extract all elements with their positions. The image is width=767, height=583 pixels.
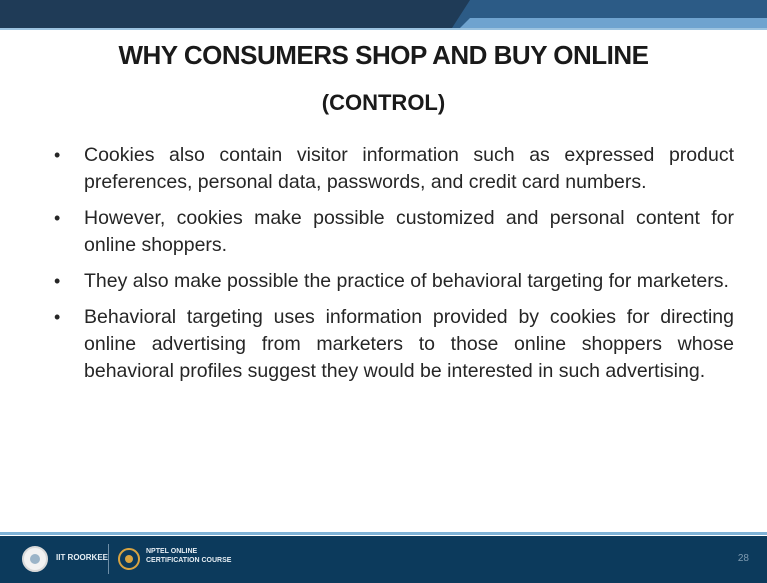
top-decorative-bar (0, 0, 767, 30)
bullet-text: They also make possible the practice of … (84, 270, 729, 292)
footer-separator (108, 544, 109, 574)
bullet-text: Behavioral targeting uses information pr… (84, 306, 734, 382)
bullet-item: • However, cookies make possible customiz… (40, 205, 734, 259)
bullet-dot-icon: • (54, 145, 61, 165)
course-name: NPTEL ONLINE CERTIFICATION COURSE (146, 547, 231, 565)
bullet-dot-icon: • (54, 208, 61, 228)
nptel-logo-icon (118, 548, 140, 570)
footer-divider (0, 532, 767, 535)
bullet-dot-icon: • (54, 271, 61, 291)
slide-title: WHY CONSUMERS SHOP AND BUY ONLINE (118, 40, 649, 70)
slide-subtitle: (CONTROL) (321, 90, 446, 115)
bullet-text: However, cookies make possible customize… (84, 207, 734, 256)
footer-band (0, 536, 767, 583)
course-line-1: NPTEL ONLINE (146, 548, 198, 555)
bullet-item: • Behavioral targeting uses information p… (40, 304, 734, 385)
slide-footer: IIT ROORKEE NPTEL ONLINE CERTIFICATION C… (0, 528, 767, 583)
bullet-text: Cookies also contain visitor information… (84, 144, 734, 193)
course-line-2: CERTIFICATION COURSE (146, 557, 232, 564)
page-number: 28 (737, 553, 749, 564)
bullet-list: • Cookies also contain visitor informatio… (40, 142, 734, 394)
bullet-item: • They also make possible the practice of… (40, 268, 734, 295)
bullet-item: • Cookies also contain visitor informatio… (40, 142, 734, 196)
institute-name: IIT ROORKEE (56, 553, 109, 562)
iit-roorkee-logo-icon (22, 546, 48, 572)
bullet-dot-icon: • (54, 307, 61, 327)
